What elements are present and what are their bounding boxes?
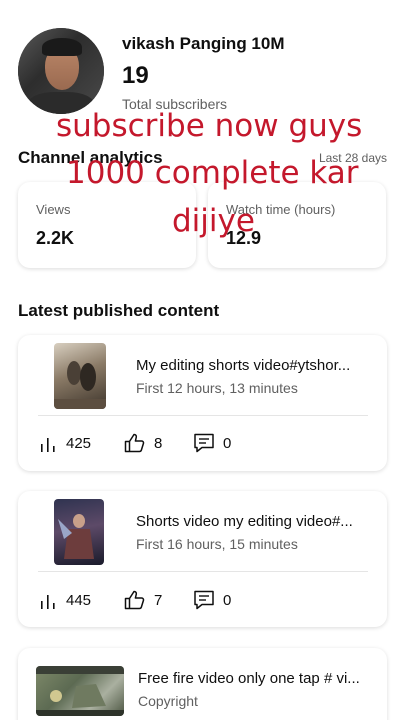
video-title: My editing shorts video#ytshor... (136, 357, 351, 374)
video-thumbnail[interactable] (36, 666, 124, 716)
divider (38, 415, 368, 416)
views-card[interactable]: Views 2.2K (18, 182, 196, 268)
thumbs-up-icon (124, 590, 145, 610)
content-card[interactable]: Shorts video my editing video#... First … (18, 491, 387, 627)
channel-analytics-title: Channel analytics (18, 148, 163, 167)
analytics-period: Last 28 days (318, 151, 387, 165)
comment-icon (194, 433, 214, 453)
avatar[interactable] (18, 28, 104, 114)
views-label: Views (36, 202, 71, 217)
video-meta: First 16 hours, 15 minutes (136, 536, 298, 552)
likes-metric: 8 (124, 433, 162, 453)
views-count: 445 (66, 592, 92, 609)
views-count: 425 (66, 435, 92, 452)
video-meta: Copyright (138, 693, 198, 709)
content-card[interactable]: My editing shorts video#ytshor... First … (18, 335, 387, 471)
divider (38, 571, 368, 572)
video-title: Free fire video only one tap # vi... (138, 670, 360, 687)
watch-time-card[interactable]: Watch time (hours) 12.9 (208, 182, 386, 268)
views-metric: 445 (40, 592, 91, 609)
latest-content-title: Latest published content (18, 301, 220, 320)
channel-header: vikash Panging 10M 19 Total subscribers (0, 0, 405, 140)
views-value: 2.2K (36, 228, 75, 248)
content-card[interactable]: Free fire video only one tap # vi... Cop… (18, 648, 387, 720)
views-metric: 425 (40, 435, 91, 452)
thumbs-up-icon (124, 433, 145, 453)
likes-count: 7 (154, 591, 163, 609)
video-title: Shorts video my editing video#... (136, 513, 353, 530)
subscriber-label: Total subscribers (122, 96, 228, 112)
channel-name: vikash Panging 10M (122, 34, 285, 53)
likes-metric: 7 (124, 590, 162, 610)
video-meta: First 12 hours, 13 minutes (136, 380, 298, 396)
watch-time-label: Watch time (hours) (226, 202, 336, 217)
video-thumbnail[interactable] (54, 343, 106, 409)
comments-count: 0 (223, 434, 232, 452)
comments-metric: 0 (193, 590, 231, 610)
watch-time-value: 12.9 (226, 228, 262, 248)
subscriber-count: 19 (122, 62, 149, 89)
comment-icon (194, 590, 214, 610)
likes-count: 8 (154, 434, 163, 452)
video-thumbnail[interactable] (54, 499, 104, 565)
comments-metric: 0 (193, 433, 231, 453)
comments-count: 0 (223, 591, 232, 609)
bar-chart-icon (41, 594, 55, 609)
bar-chart-icon (41, 437, 55, 452)
